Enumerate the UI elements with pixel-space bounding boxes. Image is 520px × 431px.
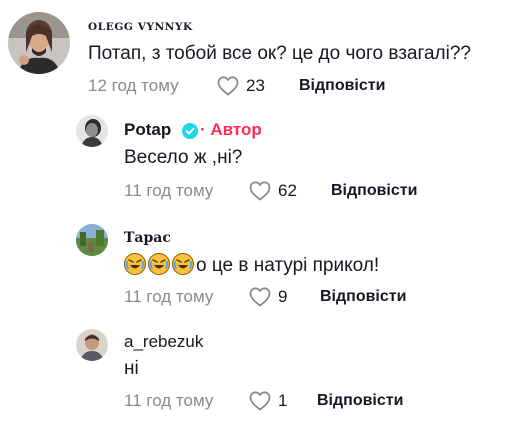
comment-time: 11 год тому: [124, 391, 214, 410]
verified-check-icon: [182, 123, 198, 139]
reply-button[interactable]: Відповісти: [320, 285, 406, 309]
comment-item: OLEGG VYNNYK Потап, з тобой все ок? це д…: [0, 0, 520, 110]
comment-text: ні: [124, 358, 139, 379]
comment-reply-item: Тарас о це в натурі прикол! 11 год тому: [0, 220, 520, 325]
rolling-on-floor-laughing-icon: [172, 253, 194, 275]
comment-meta: 11 год тому 9 Відповісти: [124, 285, 504, 309]
avatar[interactable]: [76, 329, 108, 361]
comment-username[interactable]: Potap: [124, 120, 171, 140]
like-count: 62: [278, 181, 297, 200]
comment-text: о це в натурі прикол!: [124, 253, 379, 278]
comment-meta: 12 год тому 23 Відповісти: [88, 74, 508, 98]
avatar[interactable]: [76, 224, 108, 256]
avatar-image: [76, 329, 108, 361]
comment-reply-item: a_rebezuk ні 11 год тому 1 Відповісти: [0, 325, 520, 431]
author-badge: · Автор: [200, 120, 262, 139]
comment-meta: 11 год тому 62 Відповісти: [124, 179, 504, 203]
reply-button[interactable]: Відповісти: [317, 389, 403, 413]
like-button[interactable]: 62: [248, 179, 297, 203]
like-button[interactable]: 23: [216, 74, 265, 98]
comment-time: 11 год тому: [124, 181, 214, 200]
comment-text: Потап, з тобой все ок? це до чого взагал…: [88, 43, 471, 64]
comment-username[interactable]: OLEGG VYNNYK: [88, 17, 193, 37]
rolling-on-floor-laughing-icon: [148, 253, 170, 275]
comment-text: Весело ж ,ні?: [124, 147, 243, 168]
like-count: 1: [278, 391, 288, 410]
comment-text-body: о це в натурі прикол!: [196, 255, 380, 276]
like-button[interactable]: 1: [248, 389, 287, 413]
comment-reply-item: Potap · Автор Весело ж ,ні? 11 год тому …: [0, 110, 520, 220]
avatar-image: [8, 12, 70, 74]
heart-outline-icon: [249, 181, 271, 201]
heart-outline-icon: [249, 391, 271, 411]
avatar[interactable]: [8, 12, 70, 74]
avatar[interactable]: [76, 115, 108, 147]
heart-outline-icon: [217, 76, 239, 96]
like-count: 9: [278, 287, 288, 306]
heart-outline-icon: [249, 287, 271, 307]
rolling-on-floor-laughing-icon: [124, 253, 146, 275]
reply-button[interactable]: Відповісти: [299, 74, 385, 98]
comment-time: 12 год тому: [88, 76, 179, 95]
comment-username[interactable]: Тарас: [124, 228, 171, 248]
avatar-image: [76, 115, 108, 147]
comment-meta: 11 год тому 1 Відповісти: [124, 389, 504, 413]
like-button[interactable]: 9: [248, 285, 287, 309]
reply-button[interactable]: Відповісти: [331, 179, 417, 203]
like-count: 23: [246, 76, 265, 95]
avatar-image: [76, 224, 108, 256]
comment-username[interactable]: a_rebezuk: [124, 332, 203, 352]
comment-time: 11 год тому: [124, 287, 214, 306]
